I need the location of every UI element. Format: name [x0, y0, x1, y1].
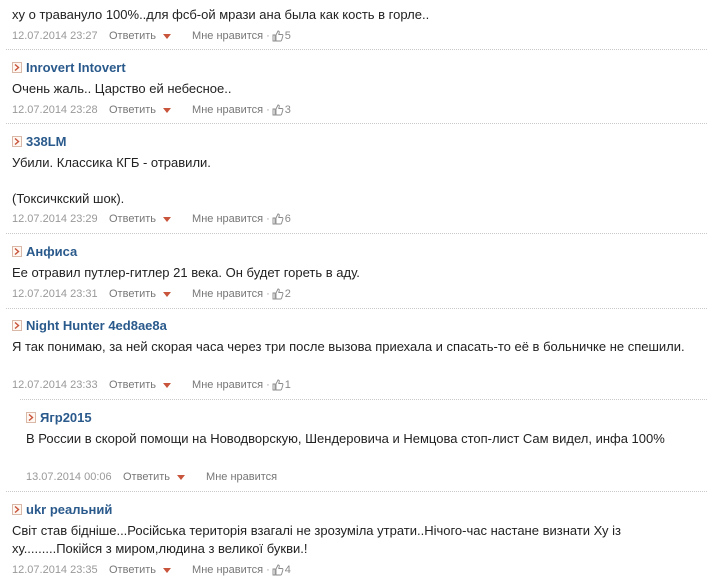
separator-dot: · [266, 379, 270, 391]
comment-author[interactable]: Ягр2015 [40, 410, 92, 425]
comment-header: Ягр2015 [26, 409, 92, 425]
separator-dot: · [266, 104, 270, 116]
separator-dot: · [266, 564, 270, 576]
comment-meta: 13.07.2014 00:06 Ответить Мне нравится [26, 470, 277, 484]
comment-text: Ее отравил путлер-гитлер 21 века. Он буд… [12, 265, 360, 280]
reply-link[interactable]: Ответить [109, 288, 156, 300]
comment-text: Світ став бідніше...Російська територія … [12, 523, 622, 556]
comment-date: 13.07.2014 00:06 [26, 471, 112, 483]
comment-author[interactable]: Night Hunter 4ed8ae8a [26, 318, 167, 333]
comment-date: 12.07.2014 23:35 [12, 564, 98, 576]
comment-date: 12.07.2014 23:29 [12, 213, 98, 225]
comment-text: Убили. Классика КГБ - отравили. [12, 155, 211, 170]
comment-text-line: (Токсичкский шок). [12, 191, 125, 206]
comment-text: Очень жаль.. Царство ей небесное.. [12, 81, 232, 96]
like-link[interactable]: Мне нравится [192, 564, 263, 576]
comment-meta: 12.07.2014 23:29 Ответить Мне нравится ·… [12, 212, 291, 226]
comment-meta: 12.07.2014 23:27 Ответить Мне нравится ·… [12, 29, 291, 43]
separator-dot: · [266, 30, 270, 42]
separator-dot: · [266, 213, 270, 225]
comment-author[interactable]: 338LM [26, 134, 66, 149]
reply-link[interactable]: Ответить [109, 564, 156, 576]
comment-header: Night Hunter 4ed8ae8a [12, 317, 167, 333]
comment-meta: 12.07.2014 23:35 Ответить Мне нравится ·… [12, 563, 291, 577]
like-link[interactable]: Мне нравится [192, 379, 263, 391]
comment-date: 12.07.2014 23:31 [12, 288, 98, 300]
comment-header: Inrovert Intovert [12, 59, 126, 75]
reply-link[interactable]: Ответить [123, 471, 170, 483]
comment-text: В России в скорой помощи на Новодворскую… [26, 431, 665, 446]
reply-menu-icon[interactable] [163, 382, 172, 388]
comment-header: 338LM [12, 133, 66, 149]
thumbs-up-icon[interactable] [272, 564, 284, 576]
likes-count: 5 [284, 30, 291, 42]
comment-author[interactable]: Inrovert Intovert [26, 60, 126, 75]
reply-link[interactable]: Ответить [109, 30, 156, 42]
comment-author[interactable]: Анфиса [26, 244, 77, 259]
comment-meta: 12.07.2014 23:31 Ответить Мне нравится ·… [12, 287, 291, 301]
like-link[interactable]: Мне нравится [206, 471, 277, 483]
comment-text: Я так понимаю, за ней скорая часа через … [12, 339, 685, 354]
comment-author[interactable]: ukr реальний [26, 502, 112, 517]
chevron-right-icon [12, 503, 22, 515]
reply-menu-icon[interactable] [163, 216, 172, 222]
likes-count: 3 [284, 104, 291, 116]
comment-header: ukr реальний [12, 501, 112, 517]
like-link[interactable]: Мне нравится [192, 104, 263, 116]
comment-date: 12.07.2014 23:33 [12, 379, 98, 391]
reply-menu-icon[interactable] [177, 474, 186, 480]
divider [6, 233, 707, 234]
reply-menu-icon[interactable] [163, 107, 172, 113]
likes-count: 6 [284, 213, 291, 225]
chevron-right-icon [12, 245, 22, 257]
thumbs-up-icon[interactable] [272, 379, 284, 391]
like-link[interactable]: Мне нравится [192, 213, 263, 225]
comment-meta: 12.07.2014 23:33 Ответить Мне нравится ·… [12, 378, 291, 392]
likes-count: 2 [284, 288, 291, 300]
reply-menu-icon[interactable] [163, 567, 172, 573]
like-link[interactable]: Мне нравится [192, 288, 263, 300]
divider [6, 491, 707, 492]
likes-count: 4 [284, 564, 291, 576]
thumbs-up-icon[interactable] [272, 213, 284, 225]
comment-text: ху о травануло 100%..для фсб-ой мрази ан… [12, 7, 430, 22]
likes-count: 1 [284, 379, 291, 391]
comment-date: 12.07.2014 23:27 [12, 30, 98, 42]
chevron-right-icon [12, 319, 22, 331]
chevron-right-icon [12, 61, 22, 73]
comment-meta: 12.07.2014 23:28 Ответить Мне нравится ·… [12, 103, 291, 117]
thumbs-up-icon[interactable] [272, 30, 284, 42]
like-link[interactable]: Мне нравится [192, 30, 263, 42]
thumbs-up-icon[interactable] [272, 104, 284, 116]
reply-link[interactable]: Ответить [109, 104, 156, 116]
comment-date: 12.07.2014 23:28 [12, 104, 98, 116]
reply-link[interactable]: Ответить [109, 213, 156, 225]
divider [6, 123, 707, 124]
reply-menu-icon[interactable] [163, 33, 172, 39]
divider [20, 399, 707, 400]
divider [6, 308, 707, 309]
reply-menu-icon[interactable] [163, 291, 172, 297]
divider [6, 49, 707, 50]
thumbs-up-icon[interactable] [272, 288, 284, 300]
reply-link[interactable]: Ответить [109, 379, 156, 391]
separator-dot: · [266, 288, 270, 300]
chevron-right-icon [12, 135, 22, 147]
comment-header: Анфиса [12, 243, 77, 259]
chevron-right-icon [26, 411, 36, 423]
